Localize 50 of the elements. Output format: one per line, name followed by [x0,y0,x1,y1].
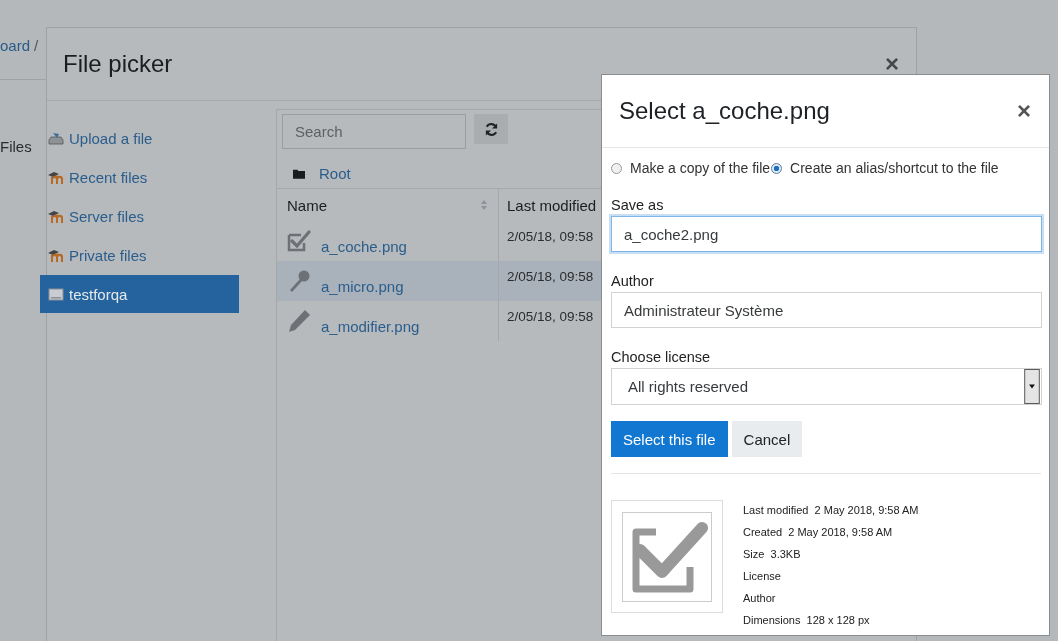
breadcrumb-link[interactable]: oard [0,37,31,54]
file-row[interactable]: a_micro.png 2/05/18, 09:58 [277,261,602,301]
file-detail: Created 2 May 2018, 9:58 AM [743,525,894,540]
page-nav-item[interactable]: Files [0,138,32,155]
radio-label[interactable]: Create an alias/shortcut to the file [790,160,999,176]
field-label: Save as [611,197,665,213]
close-button[interactable]: × [885,50,899,78]
license-dropdown[interactable]: All rights reserved [611,368,1042,405]
mortarboard-icon [48,169,64,185]
file-detail: Dimensions 128 x 128 px [743,613,871,628]
radio-button[interactable] [771,162,783,174]
file-detail: Last modified 2 May 2018, 9:58 AM [743,503,919,518]
mortarboard-icon [48,208,64,224]
repository-item[interactable]: testforqa [40,275,239,313]
dialog-title: Select a_coche.png [619,97,830,125]
drive-icon [48,286,64,302]
cancel-button[interactable]: Cancel [731,421,803,457]
file-detail: Author [743,591,777,606]
pencil-icon [287,309,311,333]
path-link[interactable]: Root [319,165,351,182]
radio-button[interactable] [611,162,622,174]
repository-item[interactable]: Upload a file [40,119,239,157]
mortarboard-icon [48,247,64,263]
repository-item[interactable]: Recent files [40,158,239,196]
field-label: Author [611,273,655,289]
close-button[interactable]: × [1017,97,1031,125]
microphone-icon [287,269,311,293]
folder-icon [293,168,305,179]
author-field[interactable]: Administrateur Système [611,292,1042,328]
file-detail: Size 3.3KB [743,547,802,562]
refresh-icon [483,121,499,137]
modified-date: 2/05/18, 09:58 [507,269,594,284]
save-as-field[interactable]: a_coche2.png [611,216,1042,252]
checkbox-icon [287,229,311,253]
repository-item[interactable]: Server files [40,197,239,235]
breadcrumb-separator: / [34,37,39,54]
repository-item[interactable]: Private files [40,236,239,274]
modified-date: 2/05/18, 09:58 [507,229,594,244]
column-header[interactable]: Last modified [507,196,597,214]
select-file-button[interactable]: Select this file [611,421,728,457]
file-detail: License [743,569,782,584]
upload-tray-icon [48,130,64,146]
field-label: Choose license [611,349,712,365]
dialog-title: File picker [63,50,173,78]
search-field[interactable]: Search [282,114,466,149]
modified-date: 2/05/18, 09:58 [507,309,594,324]
refresh-button[interactable] [474,114,508,144]
radio-label[interactable]: Make a copy of the file [630,160,771,176]
file-row[interactable]: a_modifier.png 2/05/18, 09:58 [277,301,602,341]
column-header[interactable]: Name [287,196,327,214]
